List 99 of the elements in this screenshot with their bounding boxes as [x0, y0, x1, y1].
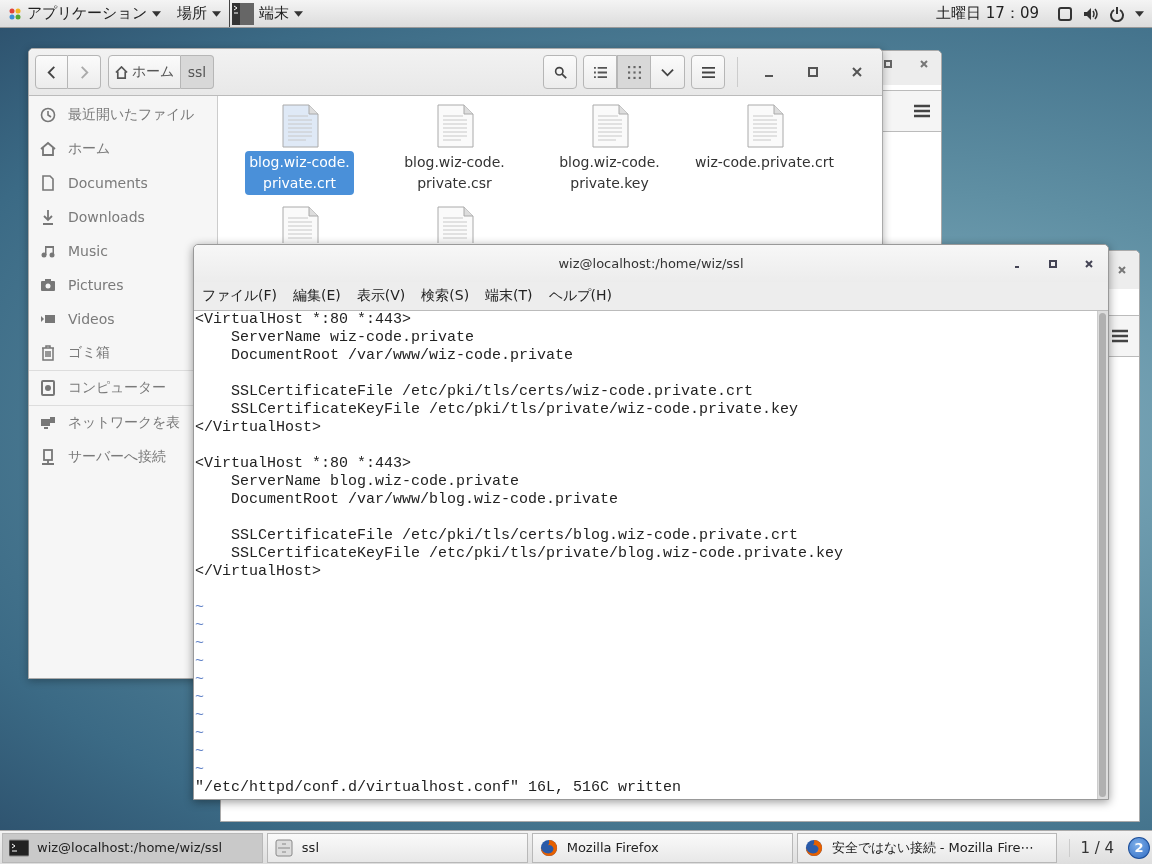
- code-line: DocumentRoot /var/www/blog.wiz-code.private: [230, 491, 619, 508]
- maximize-icon[interactable]: [807, 66, 819, 78]
- clock[interactable]: 土曜日 17：09: [936, 4, 1039, 23]
- sidebar-icon: [40, 209, 56, 225]
- empty-line-marker: ~: [195, 761, 204, 778]
- file-name[interactable]: blog.wiz-code. private.key: [555, 151, 664, 195]
- list-view-button[interactable]: [583, 55, 617, 89]
- sidebar-item[interactable]: Documents: [29, 166, 148, 200]
- sidebar-item[interactable]: サーバーへ接続: [29, 440, 166, 474]
- search-button[interactable]: [543, 55, 577, 89]
- code-line: DocumentRoot /var/www/wiz-code.private: [230, 347, 574, 364]
- code-line: SSLCertificateKeyFile /etc/pki/tls/private/blog.wiz-code.private.key: [230, 545, 844, 562]
- code-line: </VirtualHost>: [195, 419, 322, 436]
- menu-item[interactable]: ヘルプ(H): [548, 287, 613, 305]
- empty-line-marker: ~: [195, 617, 204, 634]
- power-icon[interactable]: [1109, 5, 1125, 22]
- browser-icon: [538, 838, 559, 857]
- taskbar-button[interactable]: Mozilla Firefox: [531, 832, 793, 863]
- sidebar-item[interactable]: Pictures: [29, 268, 124, 302]
- sidebar-icon: [40, 345, 56, 361]
- window-title: wiz@localhost:/home/wiz/ssl: [558, 256, 744, 271]
- sidebar-item[interactable]: Videos: [29, 302, 115, 336]
- caret-icon: [1135, 10, 1144, 17]
- close-icon[interactable]: [851, 66, 863, 78]
- empty-line-marker: ~: [195, 743, 204, 760]
- menu-icon[interactable]: [914, 104, 930, 118]
- menu-button[interactable]: [691, 55, 725, 89]
- close-icon[interactable]: [1084, 259, 1094, 269]
- applications-menu[interactable]: アプリケーション: [0, 0, 169, 27]
- grid-view-button[interactable]: [617, 55, 651, 89]
- sidebar-icon: [40, 175, 56, 191]
- empty-line-marker: ~: [195, 707, 204, 724]
- screen-icon[interactable]: [1057, 5, 1073, 22]
- code-line: </VirtualHost>: [195, 563, 322, 580]
- empty-line-marker: ~: [195, 599, 204, 616]
- file-cabinet-icon: [273, 838, 294, 857]
- sidebar-icon: [40, 380, 56, 396]
- menu-item[interactable]: ファイル(F): [202, 287, 277, 305]
- menu-icon[interactable]: [1112, 329, 1128, 343]
- back-button[interactable]: [35, 55, 68, 89]
- sidebar-icon: [40, 415, 56, 431]
- empty-line-marker: ~: [195, 725, 204, 742]
- gnome-foot-icon: [8, 6, 22, 21]
- sidebar-icon: [40, 449, 56, 465]
- scrollbar[interactable]: [1097, 311, 1108, 799]
- code-line: <VirtualHost *:80 *:443>: [195, 311, 412, 328]
- browser-icon: [803, 838, 824, 857]
- places-menu[interactable]: 場所: [169, 0, 229, 27]
- menu-icon: [701, 65, 715, 79]
- empty-line-marker: ~: [195, 671, 204, 688]
- code-line: SSLCertificateKeyFile /etc/pki/tls/private/wiz-code.private.key: [230, 401, 799, 418]
- sidebar-item[interactable]: Downloads: [29, 200, 145, 234]
- maximize-icon[interactable]: [883, 59, 893, 69]
- empty-line-marker: ~: [195, 689, 204, 706]
- menu-item[interactable]: 編集(E): [293, 287, 341, 305]
- menu-item[interactable]: 検索(S): [421, 287, 470, 305]
- code-line: ServerName wiz-code.private: [230, 329, 475, 346]
- path-button[interactable]: ホーム: [108, 55, 181, 89]
- close-icon[interactable]: [1117, 265, 1127, 275]
- terminal-icon: [9, 838, 29, 857]
- workspace-indicator[interactable]: 1 / 4: [1069, 838, 1125, 857]
- code-line: "/etc/httpd/conf.d/virtualhost.conf" 16L, 516C written: [195, 779, 682, 796]
- maximize-icon[interactable]: [1048, 259, 1058, 269]
- taskbar-button[interactable]: ssl: [266, 832, 528, 863]
- caret-icon: [294, 10, 303, 17]
- sidebar-item[interactable]: ネットワークを表: [29, 406, 180, 440]
- close-icon[interactable]: [919, 59, 929, 69]
- sidebar-icon: [40, 107, 56, 123]
- taskbar-button[interactable]: 安全ではない接続 - Mozilla Fire⋯: [796, 832, 1058, 863]
- view-options-button[interactable]: [651, 55, 685, 89]
- app-menu[interactable]: 端末: [229, 0, 311, 27]
- sidebar-item[interactable]: コンピューター: [29, 371, 166, 405]
- code-line: ServerName blog.wiz-code.private: [230, 473, 520, 490]
- home-icon: [115, 65, 128, 79]
- sidebar-item[interactable]: Music: [29, 234, 108, 268]
- sidebar-item[interactable]: ホーム: [29, 132, 110, 166]
- sidebar-icon: [40, 141, 56, 157]
- empty-line-marker: ~: [195, 635, 204, 652]
- caret-icon: [212, 10, 221, 17]
- sidebar-icon: [40, 277, 56, 293]
- sidebar-icon: [40, 243, 56, 259]
- path-button[interactable]: ssl: [181, 55, 214, 89]
- grid-icon: [627, 65, 641, 79]
- terminal-icon: [232, 1, 254, 26]
- sidebar-item[interactable]: ゴミ箱: [29, 336, 110, 370]
- list-icon: [593, 65, 607, 79]
- code-line: <VirtualHost *:80 *:443>: [195, 455, 412, 472]
- empty-line-marker: ~: [195, 653, 204, 670]
- sidebar-item[interactable]: 最近開いたファイル: [29, 98, 194, 132]
- back-icon: [45, 65, 58, 79]
- code-line: SSLCertificateFile /etc/pki/tls/certs/blog.wiz-code.private.crt: [230, 527, 799, 544]
- menu-item[interactable]: 表示(V): [356, 287, 406, 305]
- menu-item[interactable]: 端末(T): [485, 287, 533, 305]
- taskbar-button[interactable]: wiz@localhost:/home/wiz/ssl: [2, 832, 263, 863]
- file-name[interactable]: wiz-code.private.crt: [691, 151, 838, 174]
- code-line: SSLCertificateFile /etc/pki/tls/certs/wiz-code.private.crt: [230, 383, 754, 400]
- search-icon: [553, 65, 567, 79]
- file-name[interactable]: blog.wiz-code. private.csr: [400, 151, 509, 195]
- caret-icon: [152, 10, 161, 17]
